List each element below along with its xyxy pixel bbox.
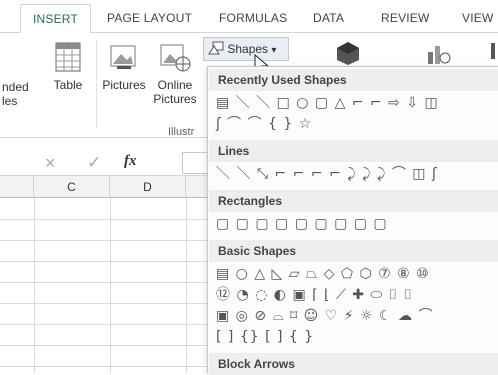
chart-icon [428,46,451,64]
shape-row-basic-4[interactable]: [ ] {} [ ] { } [216,327,314,347]
section-header-rectangles: Rectangles [209,190,498,212]
online-pictures-icon [160,44,191,72]
tab-review[interactable]: REVIEW [381,11,430,25]
grid-col-line [110,198,111,373]
shape-row-recently-used-1[interactable]: ▤ ＼ ＼ □ ○ ▢ △ ⌐ ⌐ ⇨ ⇩ ◫ [216,93,439,113]
grid-col-line [34,198,35,373]
pictures-icon [110,45,136,69]
tab-data[interactable]: DATA [313,11,344,25]
grid-row-line [0,261,210,262]
grid-row-line [0,324,210,325]
cancel-icon[interactable]: × [45,153,56,174]
enter-icon[interactable]: ✓ [87,153,101,173]
section-header-recently-used: Recently Used Shapes [209,69,498,91]
3d-models-icon [337,42,359,65]
column-header-c[interactable]: C [34,176,110,198]
recommended-pivot-label: nded [2,80,29,94]
grid-row-line [0,240,210,241]
shape-row-recently-used-2[interactable]: ʃ ⌒ ⌒ { } ☆ [216,114,312,134]
recommended-pivot-button[interactable]: nded les [2,80,42,108]
grid-row-line [0,345,210,346]
table-label: Table [53,78,83,92]
column-header-b[interactable] [0,176,34,198]
chart-icon-2 [491,43,495,59]
tab-view[interactable]: VIEW [462,11,493,25]
worksheet-grid[interactable] [0,176,210,373]
recommended-pivot-label-line2: les [2,94,18,108]
shapes-button[interactable]: Shapes ▾ [203,37,289,61]
shapes-icon [208,41,224,55]
shape-row-basic-3[interactable]: ▣ ◎ ⊘ ⌓ ⌑ ☺ ♡ ⚡ ☼ ☾ ☁ ⌒ [216,306,433,326]
shape-row-lines[interactable]: ＼ ＼ ⤡ ⌐ ⌐ ⌐ ⌐ ⤸ ⤸ ⤸ ⌒ ◫ ʃ [216,164,438,184]
insert-function-icon[interactable]: fx [124,153,137,170]
online-pictures-button[interactable]: Online Pictures [150,42,200,106]
grid-row-line [0,366,210,367]
shape-row-basic-1[interactable]: ▤ ○ △ ◺ ▱ ⏢ ◇ ⬠ ⬡ ⑦ ⑧ ⑩ [216,264,430,284]
section-header-block-arrows: Block Arrows [209,353,498,375]
grid-col-line [186,198,187,373]
illustrations-group-label: Illustr [168,126,195,138]
grid-row-line [0,303,210,304]
online-pictures-label-line2: Pictures [153,92,197,106]
shape-row-basic-2[interactable]: ⑫ ◔ ◌ ◐ ▣ ⌈ ⌊ ⟋ ✚ ⬭ ⌷ ⌷ [216,285,413,305]
shapes-gallery: Recently Used Shapes ▤ ＼ ＼ □ ○ ▢ △ ⌐ ⌐ ⇨… [207,66,498,375]
table-icon [55,42,81,72]
section-header-basic-shapes: Basic Shapes [209,240,498,262]
pictures-button[interactable]: Pictures [100,42,148,92]
grid-row-line [0,219,210,220]
pictures-label: Pictures [102,78,146,92]
shape-row-rectangles[interactable]: ▢ ▢ ▢ ▢ ▢ ▢ ▢ ▢ ▢ [216,214,388,234]
tab-insert[interactable]: INSERT [20,4,91,34]
column-header-d[interactable]: D [110,176,186,198]
section-header-lines: Lines [209,140,498,162]
tab-formulas[interactable]: FORMULAS [219,11,287,25]
ribbon-tabs: INSERT PAGE LAYOUT FORMULAS DATA REVIEW … [0,0,498,34]
chevron-down-icon: ▾ [271,45,277,56]
table-button[interactable]: Table [48,42,88,92]
online-pictures-label: Online [157,78,193,92]
group-separator [96,40,97,128]
grid-row-line [0,282,210,283]
tab-page-layout[interactable]: PAGE LAYOUT [107,11,192,25]
